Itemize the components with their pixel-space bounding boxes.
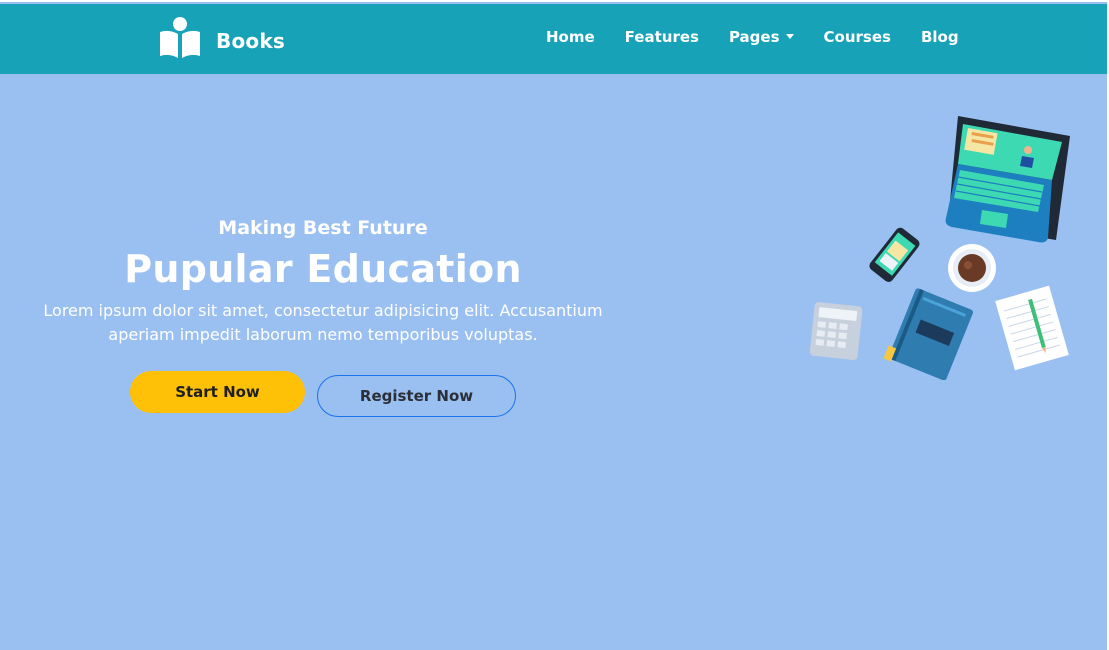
hero-title: Pupular Education [124, 247, 522, 291]
desk-study-illustration [800, 110, 1080, 385]
nav-link-pages-label: Pages [728, 28, 780, 46]
notebook-icon [883, 288, 973, 381]
coffee-cup-icon [948, 244, 996, 292]
calculator-icon [809, 302, 863, 360]
book-reader-icon [158, 16, 202, 60]
nav-link-blog[interactable]: Blog [921, 28, 959, 46]
paper-pencil-icon [995, 285, 1069, 371]
nav-link-features[interactable]: Features [625, 28, 699, 46]
nav-link-pages-dropdown[interactable]: Pages [729, 28, 794, 46]
register-now-button[interactable]: Register Now [317, 375, 516, 417]
hero-section: Making Best Future Pupular Education Lor… [0, 217, 646, 347]
page: Books Home Features Pages Courses Blog M… [0, 0, 1109, 650]
brand-logo-link[interactable]: Books [158, 16, 285, 60]
caret-down-icon [785, 33, 794, 39]
nav-link-courses[interactable]: Courses [824, 28, 891, 46]
navbar: Books Home Features Pages Courses Blog [0, 4, 1107, 74]
hero-description: Lorem ipsum dolor sit amet, consectetur … [43, 301, 603, 344]
phone-icon [869, 227, 920, 282]
nav-link-home[interactable]: Home [546, 28, 595, 46]
laptop-icon [945, 116, 1070, 243]
hero-subtitle: Making Best Future [218, 217, 428, 239]
brand-name: Books [216, 29, 285, 53]
start-now-button[interactable]: Start Now [130, 371, 305, 413]
nav-links: Home Features Pages Courses Blog [546, 28, 959, 46]
